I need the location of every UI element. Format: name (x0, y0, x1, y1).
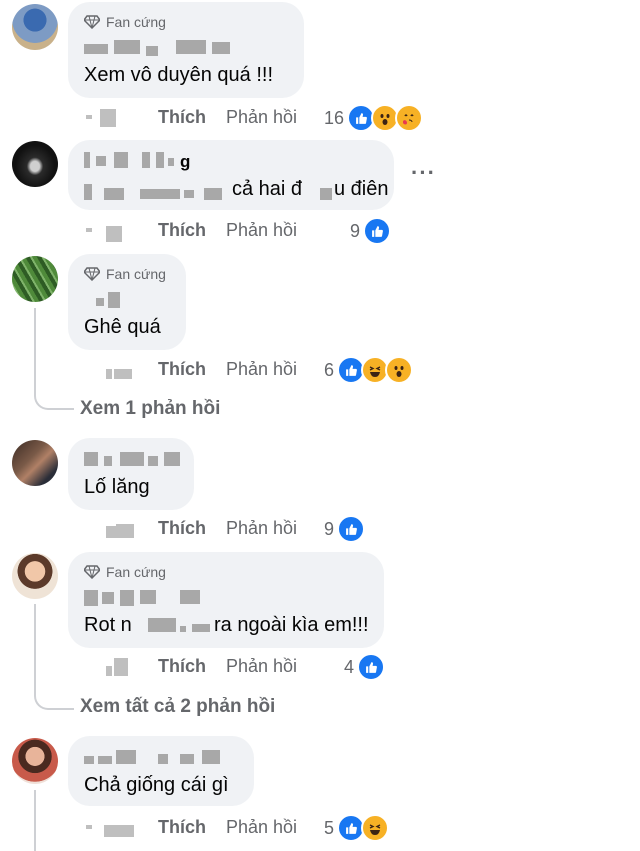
avatar[interactable] (12, 738, 58, 784)
obscured-text (320, 184, 334, 200)
like-icon (363, 217, 392, 245)
thread-connector (34, 370, 74, 410)
comment-actions: Thích Phản hồi 9 (86, 515, 426, 544)
comment-actions: Thích Phản hồi 9 (86, 217, 426, 246)
like-button[interactable]: Thích (158, 359, 206, 380)
comment-text: Rot n (84, 614, 132, 636)
commenter-name[interactable] (96, 292, 126, 308)
comment-actions: Thích Phản hồi 16 (86, 104, 426, 133)
timestamp (106, 520, 136, 538)
reaction-count: 9 (324, 518, 335, 539)
badge-label: Fan cứng (106, 564, 166, 580)
comment-text: Chả giống cái gì (84, 774, 229, 796)
like-button[interactable]: Thích (158, 817, 206, 838)
avatar[interactable] (12, 4, 58, 50)
comment-text: Ghê quá (84, 316, 161, 338)
wow-icon (385, 356, 414, 384)
avatar[interactable] (12, 553, 58, 599)
diamond-icon (84, 267, 100, 281)
reaction-count: 6 (324, 359, 335, 380)
view-replies-link[interactable]: Xem 1 phản hồi (80, 398, 220, 420)
comment-text-tail: ra ngoài kìa em!!! (214, 614, 369, 636)
timestamp (106, 658, 136, 676)
timestamp (86, 109, 116, 127)
commenter-name[interactable] (84, 750, 234, 766)
comment-bubble: Chả giống cái gì (68, 736, 254, 806)
haha-icon (361, 814, 390, 842)
top-fan-badge: Fan cứng (84, 564, 166, 580)
commenter-name[interactable] (84, 452, 184, 468)
reaction-count: 9 (350, 220, 361, 241)
badge-label: Fan cứng (106, 266, 166, 282)
avatar[interactable] (12, 256, 58, 302)
more-options-button[interactable]: ··· (411, 160, 436, 186)
avatar[interactable] (12, 440, 58, 486)
like-button[interactable]: Thích (158, 107, 206, 128)
top-fan-badge: Fan cứng (84, 266, 166, 282)
reaction-count: 5 (324, 817, 335, 838)
comment-text-tail: u điên (334, 178, 389, 200)
reaction-count: 4 (344, 656, 355, 677)
reply-button[interactable]: Phản hồi (226, 518, 297, 539)
reply-button[interactable]: Phản hồi (226, 359, 297, 380)
like-button[interactable]: Thích (158, 220, 206, 241)
comment-text: Lố lăng (84, 476, 150, 498)
thread-line (34, 790, 36, 851)
reply-button[interactable]: Phản hồi (226, 817, 297, 838)
timestamp (86, 819, 134, 837)
commenter-name[interactable] (84, 152, 194, 168)
comment-text: cả hai đ (232, 178, 303, 200)
commenter-name[interactable] (84, 40, 234, 56)
like-button[interactable]: Thích (158, 656, 206, 677)
reply-button[interactable]: Phản hồi (226, 220, 297, 241)
timestamp (86, 222, 122, 242)
reaction-summary[interactable]: 5 (324, 814, 390, 842)
commenter-name-fragment: g (180, 152, 191, 171)
view-replies-link[interactable]: Xem tất cả 2 phản hồi (80, 696, 275, 718)
reaction-summary[interactable]: 16 (324, 104, 424, 132)
comment-actions: Thích Phản hồi 6 (86, 356, 426, 385)
reaction-count: 16 (324, 107, 345, 128)
diamond-icon (84, 565, 100, 579)
commenter-name[interactable] (84, 590, 204, 606)
diamond-icon (84, 15, 100, 29)
reaction-summary[interactable]: 4 (344, 653, 386, 681)
comment-actions: Thích Phản hồi 5 (86, 814, 426, 843)
like-icon (337, 515, 366, 543)
comment-bubble: Fan cứng Rot n ra ngoài kìa em!!! (68, 552, 384, 648)
reaction-summary[interactable]: 9 (350, 217, 392, 245)
reply-button[interactable]: Phản hồi (226, 656, 297, 677)
reply-button[interactable]: Phản hồi (226, 107, 297, 128)
like-button[interactable]: Thích (158, 518, 206, 539)
badge-label: Fan cứng (106, 14, 166, 30)
reaction-summary[interactable]: 9 (324, 515, 366, 543)
obscured-text (148, 618, 212, 634)
thread-connector (34, 670, 74, 710)
timestamp (106, 361, 136, 379)
obscured-text (84, 184, 228, 200)
comment-bubble: g cả hai đ u điên (68, 140, 394, 210)
reaction-summary[interactable]: 6 (324, 356, 414, 384)
comment-bubble: Lố lăng (68, 438, 194, 510)
like-icon (357, 653, 386, 681)
comment-text: Xem vô duyên quá !!! (84, 64, 274, 86)
comment-bubble: Fan cứng Xem vô duyên quá !!! (68, 2, 304, 98)
comment-actions: Thích Phản hồi 4 (86, 653, 426, 682)
avatar[interactable] (12, 141, 58, 187)
top-fan-badge: Fan cứng (84, 14, 166, 30)
comment-bubble: Fan cứng Ghê quá (68, 254, 186, 350)
love-hug-icon (395, 104, 424, 132)
